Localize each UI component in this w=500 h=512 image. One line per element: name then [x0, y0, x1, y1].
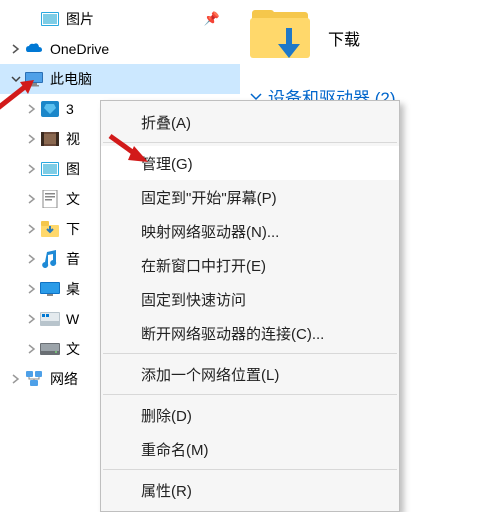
- tree-item-label: 文: [66, 339, 80, 359]
- disk-icon: [40, 309, 60, 329]
- tree-item-label: 桌: [66, 279, 80, 299]
- expand-toggle[interactable]: [24, 284, 40, 294]
- menu-properties[interactable]: 属性(R): [101, 473, 399, 507]
- tree-item-label: 3: [66, 101, 74, 117]
- menu-label: 断开网络驱动器的连接(C)...: [141, 323, 324, 344]
- tree-item-label: 此电脑: [50, 69, 92, 89]
- expand-toggle[interactable]: [24, 254, 40, 264]
- pictures-icon: [40, 159, 60, 179]
- tree-item-label: 图: [66, 159, 80, 179]
- tree-item-this-pc[interactable]: 此电脑: [0, 64, 240, 94]
- tree-item-label: 视: [66, 129, 80, 149]
- menu-label: 属性(R): [141, 480, 192, 501]
- tree-item-label: 音: [66, 249, 80, 269]
- menu-label: 映射网络驱动器(N)...: [141, 221, 279, 242]
- videos-icon: [40, 129, 60, 149]
- menu-add-netloc[interactable]: 添加一个网络位置(L): [101, 357, 399, 391]
- music-icon: [40, 249, 60, 269]
- expand-toggle[interactable]: [24, 224, 40, 234]
- tree-item-label: W: [66, 311, 79, 327]
- tree-item-label: OneDrive: [50, 41, 109, 57]
- folder-icon: [250, 10, 314, 66]
- tree-item-label: 网络: [50, 369, 78, 389]
- tree-item-label: 下: [66, 219, 80, 239]
- expand-toggle[interactable]: [24, 194, 40, 204]
- expand-toggle[interactable]: [24, 344, 40, 354]
- downloads-label: 下载: [328, 26, 360, 50]
- menu-new-window[interactable]: 在新窗口中打开(E): [101, 248, 399, 282]
- onedrive-icon: [24, 39, 44, 59]
- menu-label: 折叠(A): [141, 112, 191, 133]
- expand-toggle[interactable]: [8, 44, 24, 54]
- documents-icon: [40, 189, 60, 209]
- menu-pin-quick[interactable]: 固定到快速访问: [101, 282, 399, 316]
- tree-item-label: 文: [66, 189, 80, 209]
- menu-label: 添加一个网络位置(L): [141, 364, 279, 385]
- menu-label: 固定到快速访问: [141, 289, 246, 310]
- menu-label: 在新窗口中打开(E): [141, 255, 266, 276]
- this-pc-icon: [24, 69, 44, 89]
- expand-toggle[interactable]: [8, 74, 24, 84]
- menu-label: 重命名(M): [141, 439, 209, 460]
- pin-icon: 📌: [204, 11, 220, 27]
- menu-manage[interactable]: 管理(G): [101, 146, 399, 180]
- tree-item-label: 图片: [66, 9, 94, 29]
- downloads-icon: [40, 219, 60, 239]
- menu-separator: [103, 142, 397, 143]
- menu-label: 删除(D): [141, 405, 192, 426]
- expand-toggle[interactable]: [24, 164, 40, 174]
- menu-separator: [103, 394, 397, 395]
- context-menu: 折叠(A) 管理(G) 固定到"开始"屏幕(P) 映射网络驱动器(N)... 在…: [100, 100, 400, 512]
- expand-toggle[interactable]: [24, 134, 40, 144]
- menu-disconnect-drive[interactable]: 断开网络驱动器的连接(C)...: [101, 316, 399, 350]
- 3d-icon: [40, 99, 60, 119]
- disk-icon: [40, 339, 60, 359]
- expand-toggle[interactable]: [24, 104, 40, 114]
- menu-collapse[interactable]: 折叠(A): [101, 105, 399, 139]
- menu-label: 固定到"开始"屏幕(P): [141, 187, 277, 208]
- menu-map-drive[interactable]: 映射网络驱动器(N)...: [101, 214, 399, 248]
- menu-rename[interactable]: 重命名(M): [101, 432, 399, 466]
- menu-delete[interactable]: 删除(D): [101, 398, 399, 432]
- menu-label: 管理(G): [141, 153, 193, 174]
- expand-toggle[interactable]: [24, 314, 40, 324]
- menu-pin-start[interactable]: 固定到"开始"屏幕(P): [101, 180, 399, 214]
- tree-item-pictures[interactable]: 图片 📌: [0, 4, 240, 34]
- menu-separator: [103, 353, 397, 354]
- pictures-icon: [40, 9, 60, 29]
- tree-item-onedrive[interactable]: OneDrive: [0, 34, 240, 64]
- download-arrow-icon: [274, 28, 304, 62]
- network-icon: [24, 369, 44, 389]
- desktop-icon: [40, 279, 60, 299]
- downloads-folder[interactable]: 下载: [250, 10, 490, 66]
- expand-toggle[interactable]: [8, 374, 24, 384]
- menu-separator: [103, 469, 397, 470]
